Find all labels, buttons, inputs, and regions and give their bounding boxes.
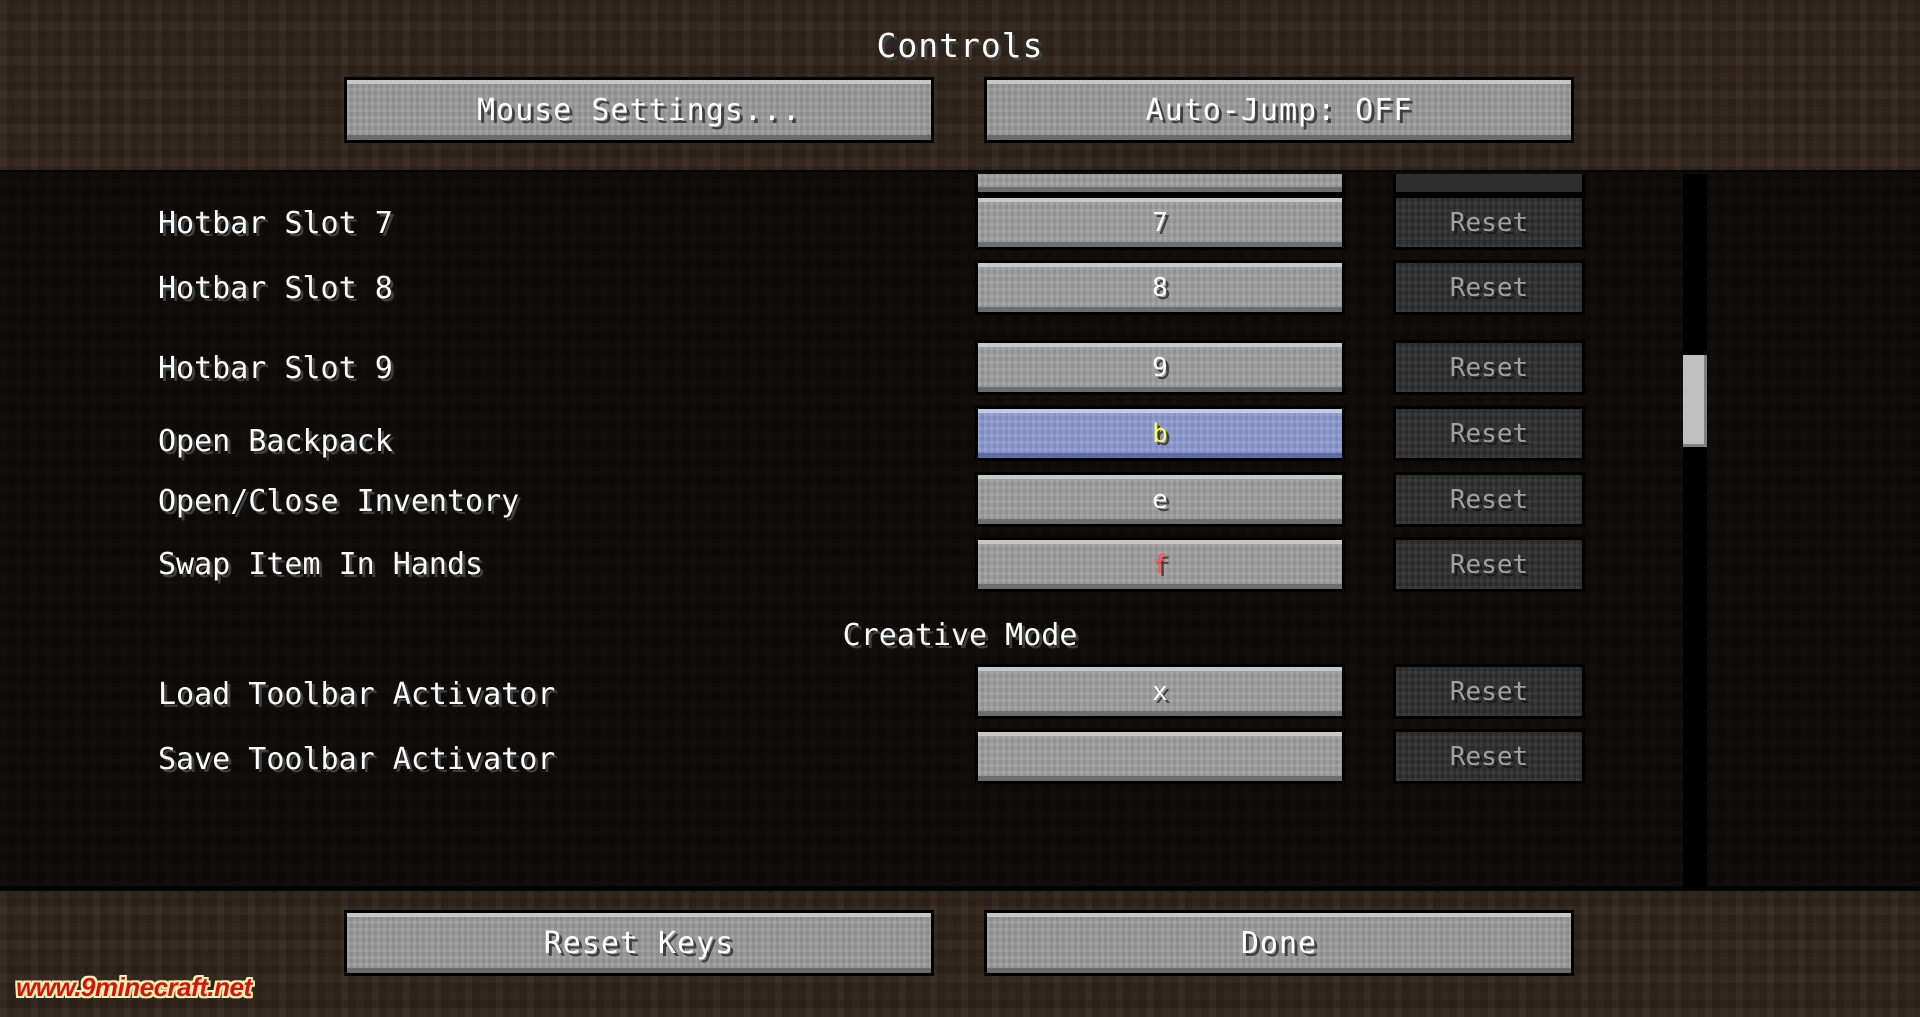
- key-button-load-toolbar-activator[interactable]: x: [975, 664, 1345, 719]
- key-button-hotbar-slot-7[interactable]: 7: [975, 195, 1345, 250]
- key-label-hotbar-slot-7: 7: [1152, 207, 1168, 238]
- page-title: Controls: [876, 26, 1044, 65]
- reset-label: Reset: [1449, 676, 1529, 707]
- reset-button-load-toolbar-activator[interactable]: Reset: [1393, 664, 1585, 719]
- row-label-load-toolbar-activator: Load Toolbar Activator: [158, 677, 556, 712]
- row-label-save-toolbar-activator: Save Toolbar Activator: [158, 742, 556, 777]
- reset-label: Reset: [1449, 741, 1529, 772]
- reset-button-open-backpack[interactable]: Reset: [1393, 406, 1585, 461]
- key-label-swap-item-in-hands: f: [1152, 549, 1168, 580]
- footer-divider: [0, 886, 1920, 891]
- key-button-hotbar-slot-9[interactable]: 9: [975, 340, 1345, 395]
- reset-button-hotbar-slot-9[interactable]: Reset: [1393, 340, 1585, 395]
- reset-keys-label: Reset Keys: [543, 925, 735, 961]
- partial-key-button-clipped[interactable]: [975, 174, 1345, 195]
- reset-label: Reset: [1449, 352, 1529, 383]
- done-button[interactable]: Done: [984, 910, 1574, 976]
- row-label-open-backpack: Open Backpack: [158, 424, 393, 459]
- row-label-hotbar-slot-8: Hotbar Slot 8: [158, 271, 393, 306]
- reset-button-hotbar-slot-8[interactable]: Reset: [1393, 260, 1585, 315]
- reset-button-hotbar-slot-7[interactable]: Reset: [1393, 195, 1585, 250]
- key-label-open-backpack: b: [1152, 418, 1168, 449]
- row-label-hotbar-slot-7: Hotbar Slot 7: [158, 206, 393, 241]
- key-label-hotbar-slot-9: 9: [1152, 352, 1168, 383]
- key-button-swap-item-in-hands[interactable]: f: [975, 537, 1345, 592]
- row-label-hotbar-slot-9: Hotbar Slot 9: [158, 351, 393, 386]
- key-button-save-toolbar-activator[interactable]: [975, 729, 1345, 784]
- key-label-open-close-inventory: e: [1152, 484, 1168, 515]
- section-header-creative-mode: Creative Mode: [842, 618, 1078, 653]
- key-label-hotbar-slot-8: 8: [1152, 272, 1168, 303]
- auto-jump-toggle-button[interactable]: Auto-Jump: OFF: [984, 77, 1574, 143]
- mouse-settings-button[interactable]: Mouse Settings...: [344, 77, 934, 143]
- controls-list[interactable]: Hotbar Slot 7 7 Reset Hotbar Slot 8 8 Re…: [0, 174, 1920, 890]
- reset-label: Reset: [1449, 418, 1529, 449]
- partial-reset-button-clipped: [1393, 174, 1585, 195]
- reset-label: Reset: [1449, 207, 1529, 238]
- row-label-swap-item-in-hands: Swap Item In Hands: [158, 547, 484, 582]
- key-button-hotbar-slot-8[interactable]: 8: [975, 260, 1345, 315]
- reset-button-save-toolbar-activator[interactable]: Reset: [1393, 729, 1585, 784]
- scrollbar-thumb[interactable]: [1683, 355, 1707, 447]
- scrollbar-track[interactable]: [1683, 174, 1707, 890]
- mouse-settings-label: Mouse Settings...: [476, 92, 802, 128]
- key-label-load-toolbar-activator: x: [1152, 676, 1168, 707]
- header-bar: Controls Mouse Settings... Auto-Jump: OF…: [0, 0, 1920, 174]
- minecraft-controls-screen: Controls Mouse Settings... Auto-Jump: OF…: [0, 0, 1920, 1017]
- site-watermark: www.9minecraft.net: [16, 972, 252, 1002]
- done-label: Done: [1240, 925, 1318, 961]
- reset-label: Reset: [1449, 484, 1529, 515]
- reset-keys-button[interactable]: Reset Keys: [344, 910, 934, 976]
- auto-jump-label: Auto-Jump: OFF: [1145, 92, 1413, 128]
- reset-button-swap-item-in-hands[interactable]: Reset: [1393, 537, 1585, 592]
- row-label-open-close-inventory: Open/Close Inventory: [158, 484, 520, 519]
- reset-button-open-close-inventory[interactable]: Reset: [1393, 472, 1585, 527]
- reset-label: Reset: [1449, 272, 1529, 303]
- reset-label: Reset: [1449, 549, 1529, 580]
- key-button-open-close-inventory[interactable]: e: [975, 472, 1345, 527]
- key-button-open-backpack[interactable]: b: [975, 406, 1345, 461]
